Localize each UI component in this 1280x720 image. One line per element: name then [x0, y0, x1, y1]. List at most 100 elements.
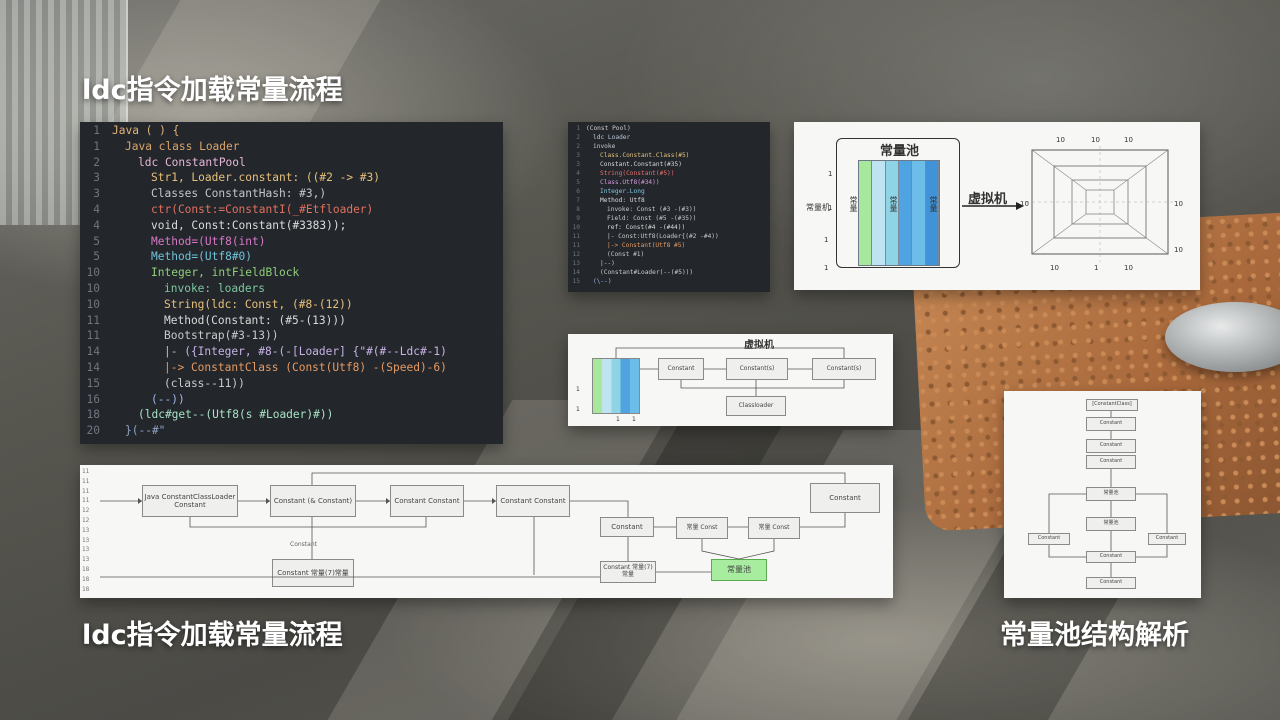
line-number: 14: [572, 269, 580, 276]
code-line: 1 Java ( ) {: [86, 124, 497, 140]
pool-structure-panel: 常量池 常量 常量 常量 常量机 1 1 1 1 虚拟机 10 10 10 10…: [794, 122, 1200, 290]
code-text: invoke: loaders: [164, 281, 266, 295]
code-line: 3 Classes ConstantHash: #3,): [86, 187, 497, 203]
vertical-flow-panel: [ConstantClass] Constant Constant Consta…: [1004, 391, 1201, 598]
line-number: 15: [86, 376, 100, 390]
code-text: void, Const:Constant(#3383));: [151, 218, 347, 232]
code-text: String(Constant(#5)): [600, 170, 675, 177]
line-number: 13: [572, 260, 580, 267]
code-text: (Const #1): [607, 251, 645, 258]
code-text: |-> Constant(Utf8 #5): [607, 242, 686, 249]
code-text: ldc Loader: [593, 134, 631, 141]
line-number: 10: [86, 297, 100, 311]
line-number: 15: [572, 278, 580, 285]
mini-axis-tick: 1: [632, 416, 636, 423]
line-number: 11: [86, 313, 100, 327]
code-text: }(--#": [125, 424, 166, 438]
code-line: 18 (ldc#get--(Utf8(s #Loader)#)): [86, 408, 497, 424]
code-line: 15 (\--): [572, 278, 766, 287]
code-text: ref: Const(#4 -(#44)): [607, 224, 686, 231]
line-number: 1: [93, 124, 100, 137]
line-number: 11: [572, 242, 580, 249]
code-text: |--): [600, 260, 615, 267]
code-text: |- ({Integer, #8-(-[Loader] {"#(#--Ldc#-…: [164, 345, 447, 359]
code-line: 5 Class.Utf8(#34)): [572, 179, 766, 188]
code-line: 3 Str1, Loader.constant: ((#2 -> #3): [86, 171, 497, 187]
line-number: 4: [576, 170, 580, 177]
code-line: 8 invoke: Const (#3 -(#3)): [572, 206, 766, 215]
grid-tick-bottom: 10: [1124, 264, 1133, 272]
line-number: 10: [86, 266, 100, 280]
code-text: Java class Loader: [125, 139, 240, 153]
line-number: 5: [93, 234, 100, 248]
line-number: 2: [576, 143, 580, 150]
line-number: 1: [93, 139, 100, 153]
line-number: 3: [576, 161, 580, 168]
code-text: |- Const:Utf8(Loader{(#2 -#4)): [607, 233, 719, 240]
code-line: 2 invoke: [572, 143, 766, 152]
mini-axis-tick: 1: [576, 386, 580, 393]
code-line: 16 (--)): [86, 393, 497, 409]
code-line: 4 void, Const:Constant(#3383));: [86, 219, 497, 235]
title-bottom-right: 常量池结构解析: [1000, 620, 1189, 651]
code-line: 12 (Const #1): [572, 251, 766, 260]
line-number: 4: [93, 218, 100, 232]
code-line: 5 Method=(Utf8(int): [86, 235, 497, 251]
line-number: 7: [576, 197, 580, 204]
code-line: 14 (Constant#Loader(--(#5))): [572, 269, 766, 278]
line-number: 2: [93, 155, 100, 169]
code-line: 11 Bootstrap(#3-13)): [86, 329, 497, 345]
code-text: Field: Const (#5 -(#35)): [607, 215, 697, 222]
code-line: 14 |- ({Integer, #8-(-[Loader] {"#(#--Ldc…: [86, 345, 497, 361]
big-flow-panel: 11 11 11 11 12 12 13 13 13 13 18 18 18 Java Constant…: [80, 465, 893, 598]
line-number: 20: [86, 424, 100, 438]
code-text: Class.Constant.Class(#5): [600, 152, 690, 159]
line-number: 1: [576, 125, 580, 132]
line-number: 3: [93, 171, 100, 185]
mini-axis-tick: 1: [616, 416, 620, 423]
code-line: 1 (Const Pool): [572, 125, 766, 134]
code-line: 4 ctr(Const:=ConstantI(_#Etfloader): [86, 203, 497, 219]
line-number: 11: [86, 329, 100, 343]
line-number: 14: [86, 345, 100, 359]
line-number: 10: [572, 224, 580, 231]
code-text: Bootstrap(#3-13)): [164, 329, 279, 343]
line-number: 14: [86, 360, 100, 374]
grid-tick-left: 10: [1020, 200, 1029, 208]
code-text: Class.Utf8(#34)): [600, 179, 660, 186]
line-number: 3: [93, 187, 100, 201]
code-line: 7 Method: Utf8: [572, 197, 766, 206]
code-text: ctr(Const:=ConstantI(_#Etfloader): [151, 202, 374, 216]
line-number: 11: [572, 233, 580, 240]
code-text: (Const Pool): [586, 125, 631, 132]
code-text: Integer.Long: [600, 188, 645, 195]
grid-tick-right: 10: [1174, 246, 1183, 254]
grid-tick-bottom: 1: [1094, 264, 1099, 272]
title-top-left: ldc指令加载常量流程: [82, 75, 343, 106]
code-text: (class--11)): [164, 376, 245, 390]
code-text: invoke: [593, 143, 616, 150]
grid-tick-top: 10: [1091, 136, 1100, 144]
code-text: Constant.Constant(#35): [600, 161, 682, 168]
code-line: 10 Integer, intFieldBlock: [86, 266, 497, 282]
line-number: 5: [93, 250, 100, 264]
line-number: 6: [576, 188, 580, 195]
code-line: 9 Field: Const (#5 -(#35)): [572, 215, 766, 224]
code-text: Method=(Utf8#0): [151, 250, 253, 264]
code-line: 4 String(Constant(#5)): [572, 170, 766, 179]
grid-tick-right: 10: [1174, 200, 1183, 208]
code-text: ldc ConstantPool: [138, 155, 246, 169]
code-line: 20 }(--#": [86, 424, 497, 440]
line-number: 3: [576, 152, 580, 159]
code-text: Integer, intFieldBlock: [151, 266, 300, 280]
mini-flow-panel: 虚拟机 Constant Constant(s) Constant(s) Cla…: [568, 334, 893, 426]
line-number: 18: [86, 408, 100, 422]
code-text: |-> ConstantClass (Const(Utf8) -(Speed)-…: [164, 360, 447, 374]
mini-axis-tick: 1: [576, 406, 580, 413]
code-line: 10 ref: Const(#4 -(#44)): [572, 224, 766, 233]
code-text: (--)): [151, 392, 185, 406]
code-line: 11 |-> Constant(Utf8 #5): [572, 242, 766, 251]
code-line: 2 ldc Loader: [572, 134, 766, 143]
code-line: 13 |--): [572, 260, 766, 269]
line-number: 10: [86, 281, 100, 295]
